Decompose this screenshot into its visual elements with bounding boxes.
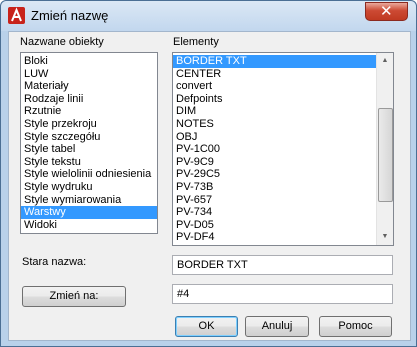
list-item[interactable]: BORDER TXT [173,55,376,68]
close-icon: ✕ [380,2,393,20]
rename-to-field[interactable]: #4 [172,284,393,304]
list-item[interactable]: Defpoints [173,93,376,106]
scroll-thumb[interactable] [378,108,393,202]
list-item[interactable]: PV-29C5 [173,168,376,181]
list-item[interactable]: LUW [21,68,157,81]
elements-items: BORDER TXT CENTER convert Defpoints DIM NOTES… [173,55,376,244]
help-button[interactable]: Pomoc [319,316,392,337]
list-item[interactable]: PV-9C9 [173,156,376,169]
list-item[interactable]: Bloki [21,55,157,68]
list-item[interactable]: PV-657 [173,194,376,207]
elements-list[interactable]: BORDER TXT CENTER convert Defpoints DIM NOTES… [172,52,394,246]
list-item[interactable]: PV-DF4 [173,231,376,244]
elements-label: Elementy [173,36,219,48]
list-item[interactable]: Style przekroju [21,118,157,131]
list-item[interactable]: PV-73B [173,181,376,194]
list-item[interactable]: Rzutnie [21,105,157,118]
list-item[interactable]: PV-734 [173,206,376,219]
list-item[interactable]: PV-D05 [173,219,376,232]
list-item[interactable]: Style wydruku [21,181,157,194]
rename-dialog: Zmień nazwę ✕ Nazwane obiekty Bloki LUW Ma… [0,0,417,347]
ok-button[interactable]: OK [175,316,238,337]
close-button[interactable]: ✕ [365,2,408,21]
title-bar[interactable]: Zmień nazwę ✕ [1,1,416,31]
scroll-up-icon[interactable]: ▲ [377,53,393,69]
old-name-field: BORDER TXT [172,255,393,275]
list-item[interactable]: Warstwy [21,206,157,219]
old-name-label: Stara nazwa: [22,256,87,268]
list-item[interactable]: Style szczegółu [21,131,157,144]
list-item[interactable]: Style wielolinii odniesienia [21,168,157,181]
autocad-icon [8,7,25,24]
list-item[interactable]: Style wymiarowania [21,194,157,207]
dialog-body: Nazwane obiekty Bloki LUW Materiały Rodzaje… [8,31,411,341]
list-item[interactable]: Materiały [21,80,157,93]
scroll-down-icon[interactable]: ▼ [377,229,393,245]
cancel-button[interactable]: Anuluj [245,316,309,337]
list-item[interactable]: Style tabel [21,143,157,156]
list-item[interactable]: Style tekstu [21,156,157,169]
list-item[interactable]: NOTES [173,118,376,131]
list-item[interactable]: Rodzaje linii [21,93,157,106]
list-item[interactable]: DIM [173,105,376,118]
list-item[interactable]: Widoki [21,219,157,232]
rename-to-button[interactable]: Zmień na: [22,286,126,307]
list-item[interactable]: OBJ [173,131,376,144]
elements-scrollbar[interactable]: ▲ ▼ [376,53,393,245]
named-objects-items: Bloki LUW Materiały Rodzaje linii Rzutnie Sty… [21,53,157,231]
named-objects-list[interactable]: Bloki LUW Materiały Rodzaje linii Rzutnie Sty… [20,52,158,234]
list-item[interactable]: CENTER [173,68,376,81]
window-title: Zmień nazwę [31,8,109,23]
list-item[interactable]: convert [173,80,376,93]
named-objects-label: Nazwane obiekty [20,36,104,48]
list-item[interactable]: PV-1C00 [173,143,376,156]
